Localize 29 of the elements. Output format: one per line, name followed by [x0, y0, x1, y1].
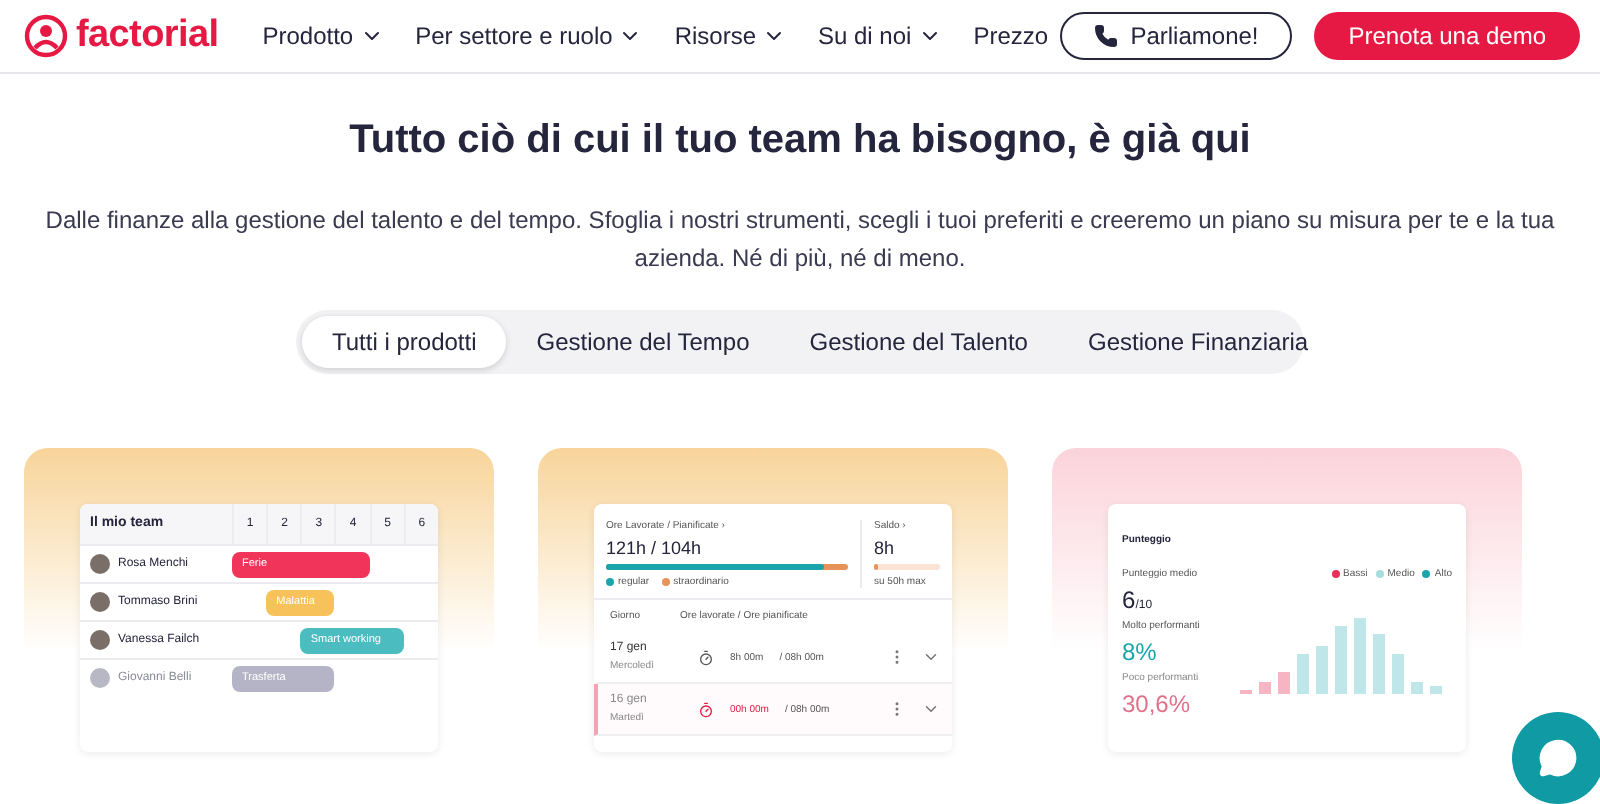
call-button[interactable]: Parliamone!	[1060, 12, 1293, 60]
nav-link[interactable]: Su di noi	[818, 22, 942, 50]
legend-dot	[661, 578, 670, 586]
tab[interactable]: Tutti i prodotti	[302, 316, 507, 368]
legend-dot	[606, 578, 614, 586]
expand-icon[interactable]	[922, 648, 940, 666]
tab[interactable]: Gestione del Tempo	[506, 316, 780, 368]
worked-hours: 121h / 104h	[606, 538, 704, 558]
nav-link[interactable]: Risorse	[674, 22, 786, 50]
intro-text: Dalle finanze alla gestione del talento e del tempo. Sfoglia i nostri strumenti, scegli i tuoi preferiti e creeremo un piano su misura per te e la tua azienda. Né di più, né di meno.	[43, 204, 1557, 276]
nav-link[interactable]: Per settore e ruolo	[415, 22, 643, 50]
timer-icon	[698, 649, 714, 665]
chat-button[interactable]	[1512, 712, 1600, 804]
low-share: 30,6%	[1122, 690, 1193, 718]
tab[interactable]: Gestione del Talento	[779, 316, 1058, 368]
nav-link[interactable]: Prezzo	[973, 22, 1057, 50]
expand-icon[interactable]	[922, 700, 940, 718]
phone-icon	[1094, 24, 1119, 48]
logo-icon	[24, 14, 68, 58]
timer-icon	[698, 701, 714, 717]
tab[interactable]: Gestione Finanziaria	[1057, 316, 1339, 368]
balance-hours: 8h	[874, 538, 897, 558]
high-share: 8%	[1122, 638, 1159, 666]
balance-bar	[874, 564, 940, 570]
logo-text: factorial	[76, 14, 219, 58]
demo-button[interactable]: Prenota una demo	[1314, 12, 1580, 60]
page-title: Tutto ciò di cui il tuo team ha bisogno, è già qui	[347, 118, 1253, 164]
chat-icon	[1538, 738, 1578, 778]
nav-link[interactable]: Prodotto	[262, 22, 384, 50]
